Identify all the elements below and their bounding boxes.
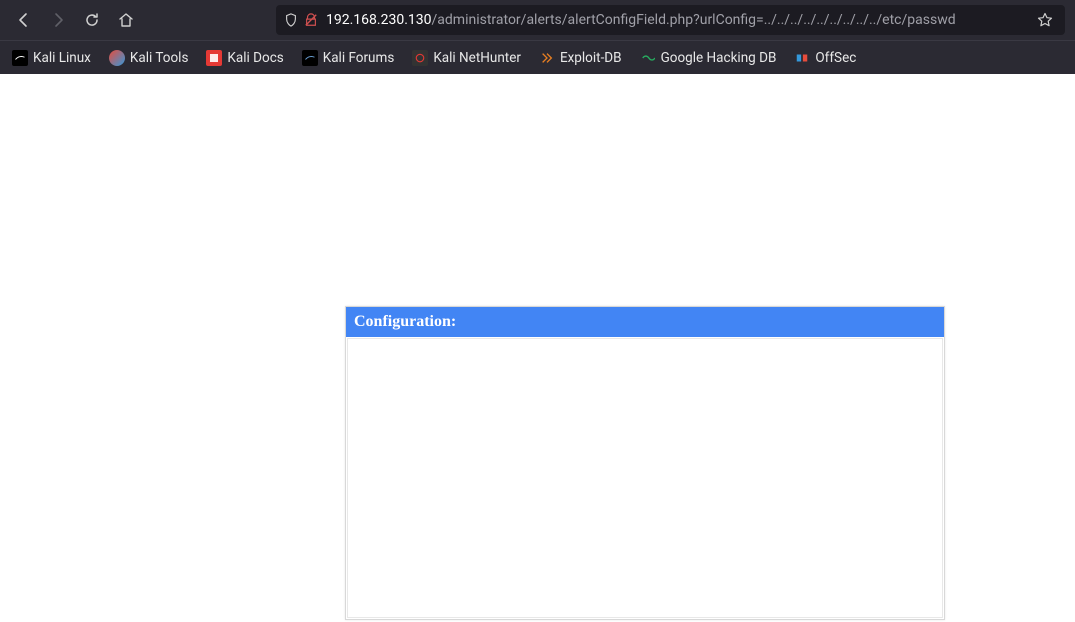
url-domain: 192.168.230.130 [326,12,432,28]
bookmark-exploit-db[interactable]: Exploit-DB [537,47,624,69]
reload-button[interactable] [78,6,106,34]
configuration-header: Configuration: [346,307,944,337]
kali-tools-icon [109,50,125,66]
kali-forums-icon [302,50,318,66]
bookmarks-bar: Kali Linux Kali Tools Kali Docs Kali For… [0,40,1075,74]
bookmark-label: Kali Tools [130,50,189,66]
bookmark-label: Google Hacking DB [661,50,777,66]
bookmark-label: OffSec [815,50,856,66]
forward-button[interactable] [44,6,72,34]
star-icon [1037,12,1053,28]
bookmark-kali-linux[interactable]: Kali Linux [10,47,93,69]
kali-docs-icon [206,50,222,66]
back-button[interactable] [10,6,38,34]
bookmark-kali-forums[interactable]: Kali Forums [300,47,397,69]
kali-linux-icon [12,50,28,66]
address-bar[interactable]: 192.168.230.130/administrator/alerts/ale… [276,5,1065,35]
bookmark-label: Kali Docs [227,50,283,66]
arrow-left-icon [16,12,32,28]
bookmark-google-hacking-db[interactable]: Google Hacking DB [638,47,779,69]
page-content: Configuration: [0,74,1075,622]
bookmark-label: Kali NetHunter [433,50,521,66]
bookmark-label: Exploit-DB [560,50,622,66]
offsec-icon [794,50,810,66]
bookmark-label: Kali Linux [33,50,91,66]
bookmark-label: Kali Forums [323,50,395,66]
home-button[interactable] [112,6,140,34]
navigation-toolbar: 192.168.230.130/administrator/alerts/ale… [0,0,1075,40]
browser-chrome: 192.168.230.130/administrator/alerts/ale… [0,0,1075,74]
bookmark-star-button[interactable] [1033,12,1057,28]
url-text: 192.168.230.130/administrator/alerts/ale… [326,12,956,28]
security-indicators [284,13,318,27]
bookmark-kali-nethunter[interactable]: Kali NetHunter [410,47,523,69]
lock-insecure-icon[interactable] [304,13,318,27]
shield-icon[interactable] [284,13,298,27]
bookmark-offsec[interactable]: OffSec [792,47,858,69]
exploit-db-icon [539,50,555,66]
configuration-body [347,338,943,618]
kali-nethunter-icon [412,50,428,66]
url-path: /administrator/alerts/alertConfigField.p… [432,12,956,28]
configuration-panel: Configuration: [345,306,945,620]
arrow-right-icon [50,12,66,28]
ghdb-icon [640,50,656,66]
bookmark-kali-docs[interactable]: Kali Docs [204,47,285,69]
reload-icon [84,12,100,28]
home-icon [118,12,134,28]
bookmark-kali-tools[interactable]: Kali Tools [107,47,191,69]
